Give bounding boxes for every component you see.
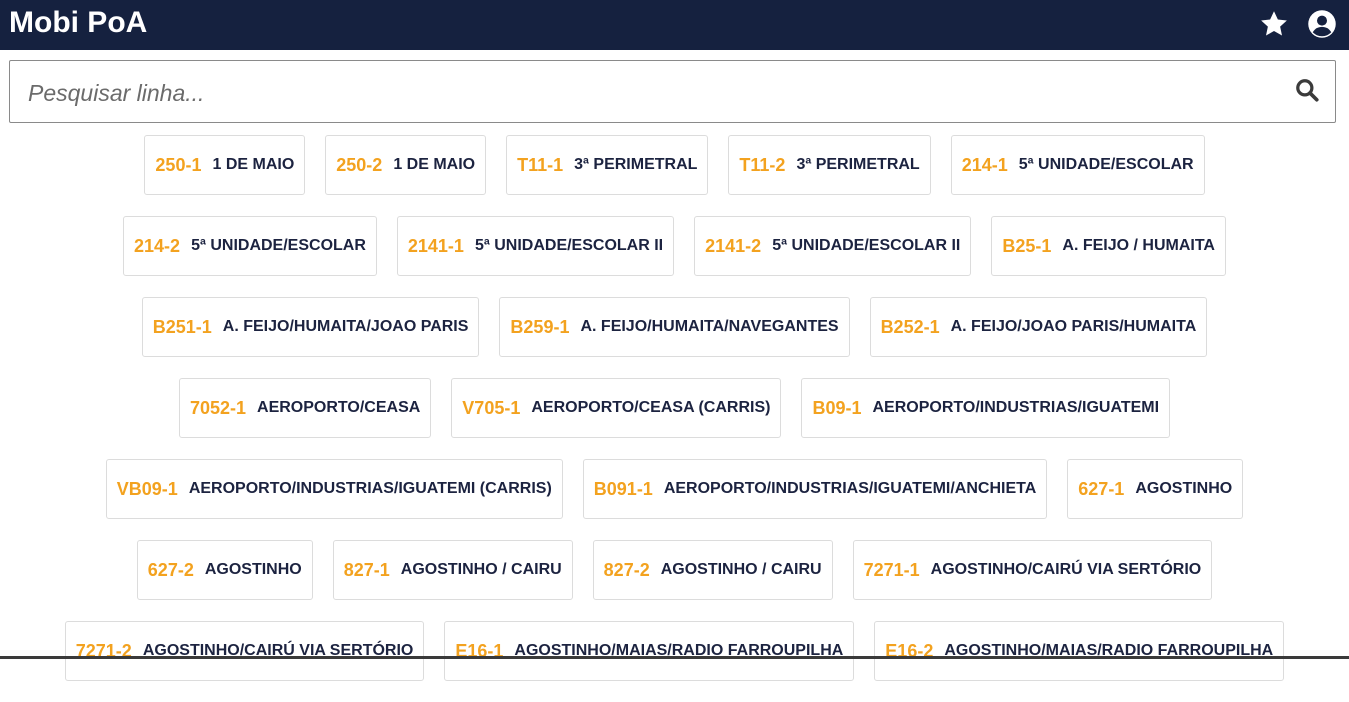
account-circle-icon[interactable] — [1307, 9, 1337, 39]
line-code: 2141-2 — [705, 235, 762, 256]
line-card[interactable]: B25-1 A. FEIJO / HUMAITA — [991, 216, 1226, 276]
line-code: B259-1 — [510, 316, 570, 337]
line-card[interactable]: 827-2 AGOSTINHO / CAIRU — [592, 540, 833, 600]
line-code: 214-1 — [961, 154, 1008, 175]
line-card[interactable]: 2141-1 5ª UNIDADE/ESCOLAR II — [396, 216, 675, 276]
line-card[interactable]: 7052-1 AEROPORTO/CEASA — [178, 378, 432, 438]
line-card[interactable]: 627-1 AGOSTINHO — [1067, 459, 1244, 519]
line-row: 250-1 1 DE MAIO 250-2 1 DE MAIO T11-1 3ª PERI… — [0, 135, 1349, 195]
line-card[interactable]: 214-2 5ª UNIDADE/ESCOLAR — [123, 216, 377, 276]
line-name: AEROPORTO/INDUSTRIAS/IGUATEMI — [872, 399, 1160, 416]
line-name: AEROPORTO/CEASA — [257, 399, 421, 416]
line-card[interactable]: T11-2 3ª PERIMETRAL — [728, 135, 931, 195]
line-code: 214-2 — [134, 235, 181, 256]
line-code: V705-1 — [462, 397, 521, 418]
line-card[interactable]: E16-1 AGOSTINHO/MAIAS/RADIO FARROUPILHA — [444, 621, 855, 681]
line-card[interactable]: 2141-2 5ª UNIDADE/ESCOLAR II — [694, 216, 972, 276]
line-list: 250-1 1 DE MAIO 250-2 1 DE MAIO T11-1 3ª PERI… — [0, 135, 1349, 702]
line-card[interactable]: B091-1 AEROPORTO/INDUSTRIAS/IGUATEMI/ANCH… — [582, 459, 1048, 519]
line-name: AEROPORTO/INDUSTRIAS/IGUATEMI (CARRIS) — [188, 480, 552, 497]
line-card[interactable]: VB09-1 AEROPORTO/INDUSTRIAS/IGUATEMI (CAR… — [105, 459, 563, 519]
line-row: 214-2 5ª UNIDADE/ESCOLAR 2141-1 5ª UNIDADE/… — [0, 216, 1349, 276]
line-code: VB09-1 — [116, 478, 178, 499]
line-card[interactable]: 627-2 AGOSTINHO — [136, 540, 313, 600]
line-name: A. FEIJO/HUMAITA/JOAO PARIS — [222, 318, 469, 335]
line-name: 5ª UNIDADE/ESCOLAR II — [772, 237, 961, 254]
app-title[interactable]: Mobi PoA — [9, 6, 147, 40]
line-name: 5ª UNIDADE/ESCOLAR — [191, 237, 366, 254]
line-name: 3ª PERIMETRAL — [574, 156, 698, 173]
line-card[interactable]: 7271-1 AGOSTINHO/CAIRÚ VIA SERTÓRIO — [852, 540, 1213, 600]
search-icon[interactable] — [1294, 77, 1324, 107]
line-card[interactable]: B09-1 AEROPORTO/INDUSTRIAS/IGUATEMI — [801, 378, 1171, 438]
line-code: B251-1 — [152, 316, 212, 337]
star-icon[interactable] — [1259, 9, 1289, 39]
line-code: 250-1 — [155, 154, 202, 175]
line-name: 5ª UNIDADE/ESCOLAR II — [474, 237, 664, 254]
line-code: 627-1 — [1078, 478, 1125, 499]
line-row: 627-2 AGOSTINHO 827-1 AGOSTINHO / CAIRU 827-… — [0, 540, 1349, 600]
line-card[interactable]: V705-1 AEROPORTO/CEASA (CARRIS) — [451, 378, 782, 438]
line-row: B251-1 A. FEIJO/HUMAITA/JOAO PARIS B259-1 A… — [0, 297, 1349, 357]
line-name: 3ª PERIMETRAL — [796, 156, 920, 173]
line-code: B25-1 — [1002, 235, 1052, 256]
line-row: 7271-2 AGOSTINHO/CAIRÚ VIA SERTÓRIO E16-1 A… — [0, 621, 1349, 681]
line-name: A. FEIJO/JOAO PARIS/HUMAITA — [950, 318, 1197, 335]
line-name: AEROPORTO/INDUSTRIAS/IGUATEMI/ANCHIETA — [663, 480, 1037, 497]
line-code: 827-2 — [603, 559, 650, 580]
line-card[interactable]: B251-1 A. FEIJO/HUMAITA/JOAO PARIS — [141, 297, 480, 357]
line-card[interactable]: T11-1 3ª PERIMETRAL — [506, 135, 709, 195]
line-name: AGOSTINHO / CAIRU — [400, 561, 562, 578]
line-name: AGOSTINHO — [204, 561, 302, 578]
line-card[interactable]: B259-1 A. FEIJO/HUMAITA/NAVEGANTES — [499, 297, 850, 357]
line-row: VB09-1 AEROPORTO/INDUSTRIAS/IGUATEMI (CAR… — [0, 459, 1349, 519]
line-name: A. FEIJO/HUMAITA/NAVEGANTES — [580, 318, 839, 335]
line-card[interactable]: E16-2 AGOSTINHO/MAIAS/RADIO FARROUPILHA — [874, 621, 1285, 681]
line-code: 7052-1 — [189, 397, 247, 418]
line-name: AGOSTINHO — [1135, 480, 1233, 497]
line-card[interactable]: 7271-2 AGOSTINHO/CAIRÚ VIA SERTÓRIO — [64, 621, 425, 681]
search-bar — [9, 60, 1336, 123]
app-header: Mobi PoA — [0, 0, 1349, 50]
search-input[interactable] — [26, 71, 1270, 115]
line-card[interactable]: B252-1 A. FEIJO/JOAO PARIS/HUMAITA — [869, 297, 1208, 357]
line-card[interactable]: 827-1 AGOSTINHO / CAIRU — [332, 540, 573, 600]
line-name: A. FEIJO / HUMAITA — [1062, 237, 1215, 254]
line-name: 1 DE MAIO — [393, 156, 476, 173]
line-code: 627-2 — [147, 559, 194, 580]
line-code: B09-1 — [812, 397, 862, 418]
line-name: AEROPORTO/CEASA (CARRIS) — [531, 399, 771, 416]
line-name: 5ª UNIDADE/ESCOLAR — [1018, 156, 1194, 173]
line-card[interactable]: 214-1 5ª UNIDADE/ESCOLAR — [950, 135, 1205, 195]
line-code: B252-1 — [880, 316, 940, 337]
line-code: T11-2 — [739, 154, 786, 175]
line-card[interactable]: 250-1 1 DE MAIO — [144, 135, 306, 195]
line-card[interactable]: 250-2 1 DE MAIO — [325, 135, 487, 195]
line-code: 7271-1 — [863, 559, 920, 580]
line-code: 2141-1 — [407, 235, 464, 256]
line-name: AGOSTINHO / CAIRU — [660, 561, 822, 578]
line-name: AGOSTINHO/CAIRÚ VIA SERTÓRIO — [930, 561, 1202, 578]
line-code: 827-1 — [343, 559, 390, 580]
line-code: 250-2 — [336, 154, 383, 175]
line-code: B091-1 — [593, 478, 653, 499]
line-name: 1 DE MAIO — [212, 156, 295, 173]
line-code: T11-1 — [517, 154, 564, 175]
line-row: 7052-1 AEROPORTO/CEASA V705-1 AEROPORTO/CEA… — [0, 378, 1349, 438]
